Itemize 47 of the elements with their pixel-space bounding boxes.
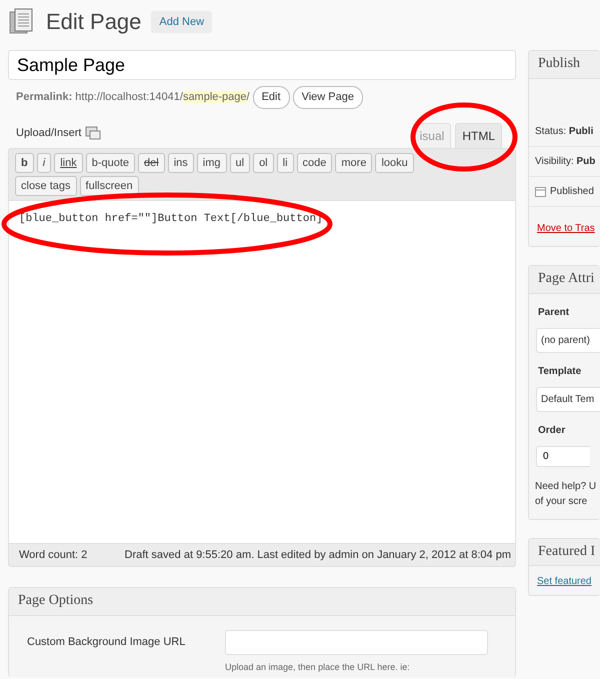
panel-title: Page Options <box>9 588 515 616</box>
format-button[interactable]: more <box>335 152 372 172</box>
edit-button[interactable]: Edit <box>252 86 290 108</box>
url-field[interactable] <box>225 630 488 655</box>
field-label: Parent <box>537 306 570 320</box>
template-select[interactable]: Default Tem <box>536 386 600 412</box>
field-label: Template <box>537 364 582 379</box>
view-page-button[interactable]: View Page <box>292 86 363 108</box>
format-button[interactable]: ol <box>253 152 274 172</box>
field-label: Custom Background Image URL <box>27 634 186 650</box>
help-text: Need help? U of your scre <box>534 480 598 509</box>
format-button[interactable]: li <box>276 152 294 172</box>
title-field[interactable]: Sample Page <box>8 50 516 80</box>
order-field[interactable]: 0 <box>536 446 590 467</box>
panel-title: Page Attri <box>529 266 600 294</box>
content-editor[interactable]: [blue_button href=""]Button Text[/blue_button] <box>8 200 516 542</box>
format-button[interactable]: ins <box>168 152 194 172</box>
editor-tab[interactable]: HTML <box>455 122 502 148</box>
trash-link[interactable]: Move to Tras <box>537 222 595 234</box>
page-title: Edit Page <box>46 8 142 36</box>
draft-status: Draft saved at 9:55:20 am. Last edited by admin on January 2, 2012 at 8:04 pm <box>124 548 511 562</box>
parent-select[interactable]: (no parent) <box>536 328 600 353</box>
media-icon[interactable] <box>85 126 102 140</box>
format-button[interactable]: i <box>36 152 52 172</box>
format-button[interactable]: ul <box>230 152 250 172</box>
add-new-button[interactable]: Add New <box>151 10 212 34</box>
format-button[interactable]: looku <box>375 152 414 172</box>
upload-insert-label: Upload/Insert <box>16 126 82 141</box>
field-label: Order <box>537 424 566 438</box>
panel-title: Publish <box>529 51 600 79</box>
publish-info: Status: Publi <box>529 116 600 147</box>
panel-title: Featured I <box>529 538 600 566</box>
format-button[interactable]: img <box>196 152 226 172</box>
permalink-text: Permalink: http://localhost:14041/sample-page/ <box>16 90 250 105</box>
format-button[interactable]: b-quote <box>86 152 136 172</box>
format-button[interactable]: close tags <box>15 176 77 196</box>
format-button[interactable]: code <box>296 152 332 172</box>
field-hint: Upload an image, then place the URL here. ie: <box>225 660 411 674</box>
format-button[interactable]: link <box>54 152 83 172</box>
publish-info: Visibility: Pub <box>529 146 600 177</box>
word-count: Word count: 2 <box>19 548 88 562</box>
format-button[interactable]: fullscreen <box>80 176 139 196</box>
format-button[interactable]: b <box>15 152 34 172</box>
featured-image-link[interactable]: Set featured <box>537 576 592 588</box>
calendar-icon <box>535 186 546 197</box>
format-button[interactable]: del <box>138 152 165 172</box>
publish-info: Published <box>550 186 594 197</box>
